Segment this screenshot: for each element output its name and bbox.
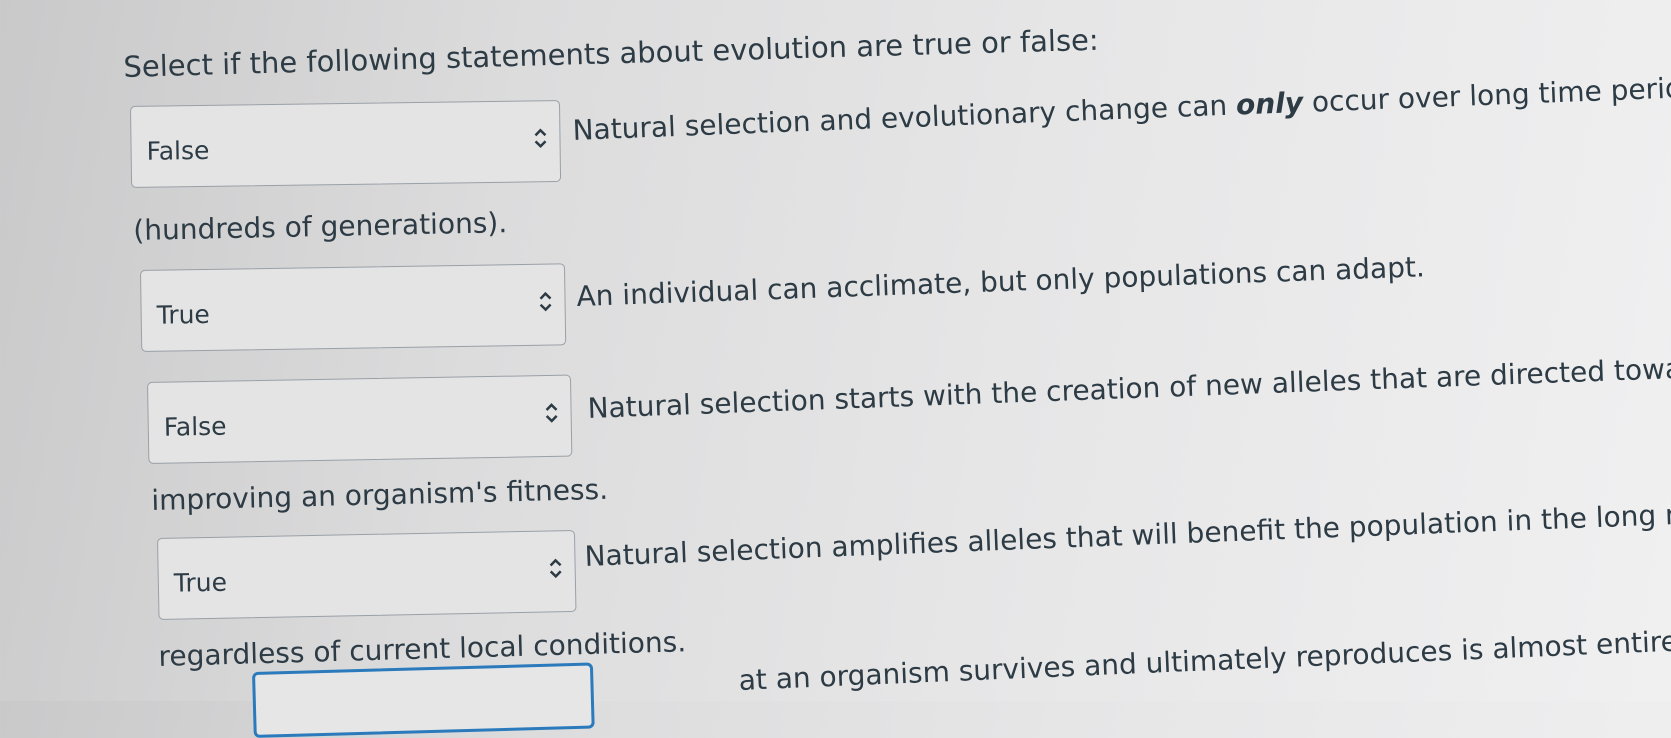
statement-1: Natural selection and evolutionary chang… <box>572 70 1671 147</box>
select-value: False <box>146 135 210 166</box>
statement-1-pre: Natural selection and evolutionary chang… <box>572 88 1237 147</box>
statement-3: Natural selection starts with the creati… <box>587 350 1671 425</box>
statement-4-continuation: regardless of current local conditions. <box>158 625 687 673</box>
chevron-up-down-icon <box>545 403 558 423</box>
statement-2: An individual can acclimate, but only po… <box>576 250 1426 313</box>
answer-select-1[interactable]: False <box>130 99 562 188</box>
statement-1-emphasis: only <box>1235 85 1304 122</box>
chevron-up-down-icon <box>549 558 562 579</box>
answer-select-4[interactable]: True <box>157 529 577 620</box>
chevron-up-down-icon <box>534 128 547 149</box>
answer-select-3[interactable]: False <box>147 374 573 464</box>
statement-3-continuation: improving an organism's fitness. <box>151 472 609 517</box>
answer-select-5[interactable] <box>252 662 595 738</box>
statement-4: Natural selection amplifies alleles that… <box>584 496 1671 573</box>
chevron-up-down-icon <box>539 291 552 312</box>
question-prompt: Select if the following statements about… <box>123 22 1100 84</box>
statement-1-post: occur over long time periods <box>1311 70 1671 119</box>
select-value: True <box>173 567 228 598</box>
select-value: False <box>163 411 227 442</box>
statement-1-continuation: (hundreds of generations). <box>133 206 508 247</box>
answer-select-2[interactable]: True <box>140 263 567 352</box>
select-value: True <box>156 299 211 330</box>
statement-5: at an organism survives and ultimately r… <box>738 618 1671 697</box>
